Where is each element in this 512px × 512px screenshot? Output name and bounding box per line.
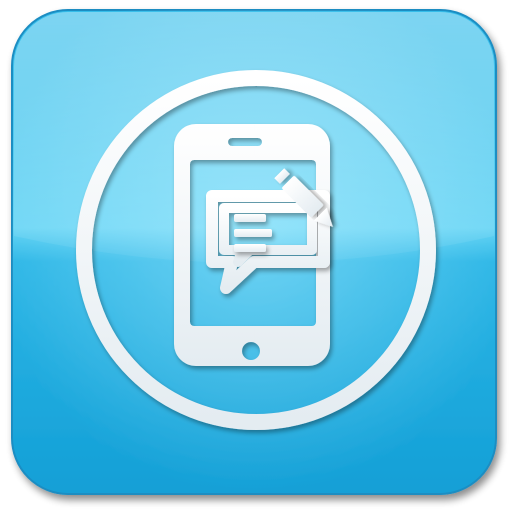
app-icon-canvas [0,0,512,512]
app-icon[interactable] [0,0,512,512]
